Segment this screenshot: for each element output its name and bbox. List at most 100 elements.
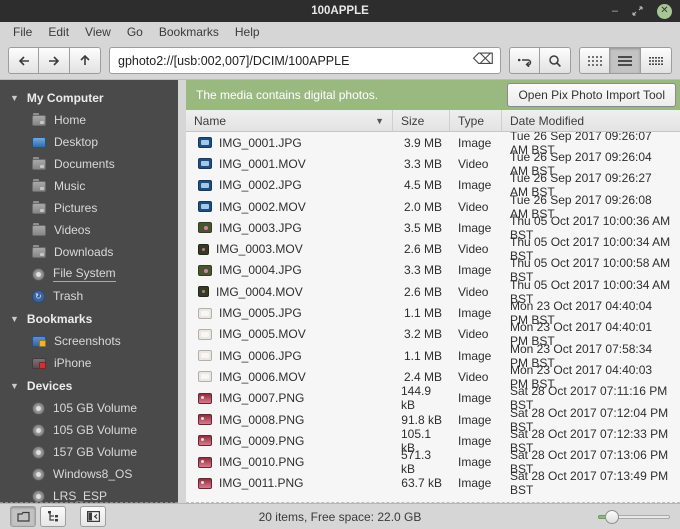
sidebar-item-pictures[interactable]: Pictures [0, 197, 178, 219]
minimize-icon[interactable]: – [612, 5, 618, 17]
sidebar-item-desktop[interactable]: Desktop [0, 131, 178, 153]
cell-size: 3.2 MB [403, 327, 442, 342]
trash-icon [32, 289, 45, 303]
back-button[interactable] [8, 47, 39, 74]
file-name: IMG_0006.MOV [219, 369, 306, 384]
section-label: Devices [26, 378, 73, 393]
menubar: File Edit View Go Bookmarks Help [0, 22, 680, 42]
video-blue-file-icon [198, 137, 212, 149]
compact-view-button[interactable] [641, 47, 672, 74]
file-name: IMG_0005.MOV [219, 327, 306, 342]
menu-item-go[interactable]: Go [120, 23, 150, 41]
up-button[interactable] [70, 47, 101, 74]
cell-size: 3.9 MB [403, 135, 442, 150]
menu-item-view[interactable]: View [78, 23, 118, 41]
file-name: IMG_0002.JPG [219, 178, 302, 193]
section-expander-icon[interactable]: ▼ [10, 93, 19, 103]
cell-type: Video [458, 327, 489, 342]
menu-item-bookmarks[interactable]: Bookmarks [152, 23, 226, 41]
sidebar-item-videos[interactable]: Videos [0, 219, 178, 241]
sidebar-section-bookmarks[interactable]: ▼ Bookmarks [0, 307, 178, 330]
sidebar-item-file-system[interactable]: File System [0, 263, 178, 285]
file-name: IMG_0003.JPG [219, 220, 302, 235]
sidebar-item-label: 105 GB Volume [53, 401, 138, 415]
content-pane: The media contains digital photos. Open … [186, 80, 680, 503]
sidebar-item-label: File System [53, 266, 116, 282]
thumb-red-file-icon [198, 435, 212, 447]
cell-type: Video [458, 199, 489, 214]
sidebar-item-157-gb-volume[interactable]: 157 GB Volume [0, 441, 178, 463]
sidebar-item-documents[interactable]: Documents [0, 153, 178, 175]
sort-descending-icon: ▼ [375, 115, 384, 126]
menu-item-help[interactable]: Help [228, 23, 267, 41]
table-row[interactable]: IMG_0011.PNG 63.7 kB Image Sat 28 Oct 2017 … [186, 469, 680, 497]
sidebar-section-devices[interactable]: ▼ Devices [0, 374, 178, 397]
cell-type: Video [458, 156, 489, 171]
file-name: IMG_0004.JPG [219, 263, 302, 278]
column-header-name[interactable]: Name ▼ [186, 110, 393, 131]
cell-type: Image [458, 412, 492, 427]
close-icon[interactable]: ✕ [657, 3, 672, 19]
location-bar: ⌫ [109, 47, 501, 74]
section-label: Bookmarks [26, 311, 93, 326]
restore-icon[interactable] [632, 6, 643, 16]
file-name: IMG_0009.PNG [219, 433, 305, 448]
sidebar-item-iphone[interactable]: iPhone [0, 352, 178, 374]
path-input[interactable] [109, 47, 501, 74]
folder-pictures-icon [32, 200, 46, 214]
disk-icon [32, 423, 45, 437]
column-header-type[interactable]: Type [450, 110, 502, 131]
file-name: IMG_0003.MOV [216, 242, 303, 257]
cell-name: IMG_0004.MOV [186, 285, 393, 299]
location-tools-group [509, 47, 571, 74]
column-header-date-modified[interactable]: Date Modified [502, 110, 680, 131]
sidebar-item-105-gb-volume[interactable]: 105 GB Volume [0, 397, 178, 419]
sidebar-item-label: Documents [54, 157, 115, 171]
video-blue-file-icon [198, 158, 212, 170]
section-expander-icon[interactable]: ▼ [10, 314, 19, 324]
search-button[interactable] [540, 47, 571, 74]
cell-size: 91.8 kB [401, 412, 442, 427]
menu-item-file[interactable]: File [6, 23, 39, 41]
file-name: IMG_0004.MOV [216, 284, 303, 299]
sidebar-item-trash[interactable]: Trash [0, 285, 178, 307]
sidebar-item-lrs-esp[interactable]: LRS_ESP [0, 485, 178, 503]
menu-item-edit[interactable]: Edit [41, 23, 76, 41]
cell-name: IMG_0008.PNG [186, 413, 393, 427]
cell-name: IMG_0003.MOV [186, 242, 393, 256]
sidebar-item-music[interactable]: Music [0, 175, 178, 197]
thumb-red-file-icon [198, 392, 212, 404]
open-import-tool-button[interactable]: Open Pix Photo Import Tool [507, 83, 676, 107]
titlebar: 100APPLE – ✕ [0, 0, 680, 22]
sidebar-item-downloads[interactable]: Downloads [0, 241, 178, 263]
pane-splitter[interactable] [178, 80, 186, 503]
icon-view-button[interactable] [579, 47, 610, 74]
cell-type: Video [458, 242, 489, 257]
thumb-red-file-icon [198, 414, 212, 425]
list-view-button[interactable] [610, 47, 641, 74]
sidebar-item-label: LRS_ESP [53, 489, 108, 503]
zoom-slider[interactable] [598, 509, 670, 524]
section-expander-icon[interactable]: ▼ [10, 381, 19, 391]
sidebar-item-home[interactable]: Home [0, 109, 178, 131]
cell-name: IMG_0003.JPG [186, 221, 393, 235]
clear-entry-icon[interactable]: ⌫ [473, 52, 494, 67]
zoom-slider-handle[interactable] [605, 509, 619, 524]
forward-button[interactable] [39, 47, 70, 74]
sidebar-item-label: 105 GB Volume [53, 423, 138, 437]
sidebar-item-105-gb-volume[interactable]: 105 GB Volume [0, 419, 178, 441]
column-header-size[interactable]: Size [393, 110, 450, 131]
folder-screenshots-icon [32, 335, 46, 347]
thumb-gray-file-icon [198, 328, 212, 340]
sidebar-item-windows8-os[interactable]: Windows8_OS [0, 463, 178, 485]
sidebar-section-my-computer[interactable]: ▼ My Computer [0, 86, 178, 109]
cell-name: IMG_0006.JPG [186, 349, 393, 363]
cell-name: IMG_0002.MOV [186, 200, 393, 214]
cell-name: IMG_0002.JPG [186, 178, 393, 192]
sidebar-item-screenshots[interactable]: Screenshots [0, 330, 178, 352]
sidebar-item-label: Desktop [54, 135, 99, 149]
toggle-location-entry-button[interactable] [509, 47, 540, 74]
file-name: IMG_0001.MOV [219, 156, 306, 171]
video-blue-file-icon [198, 179, 212, 191]
folder-home-icon [32, 112, 46, 126]
